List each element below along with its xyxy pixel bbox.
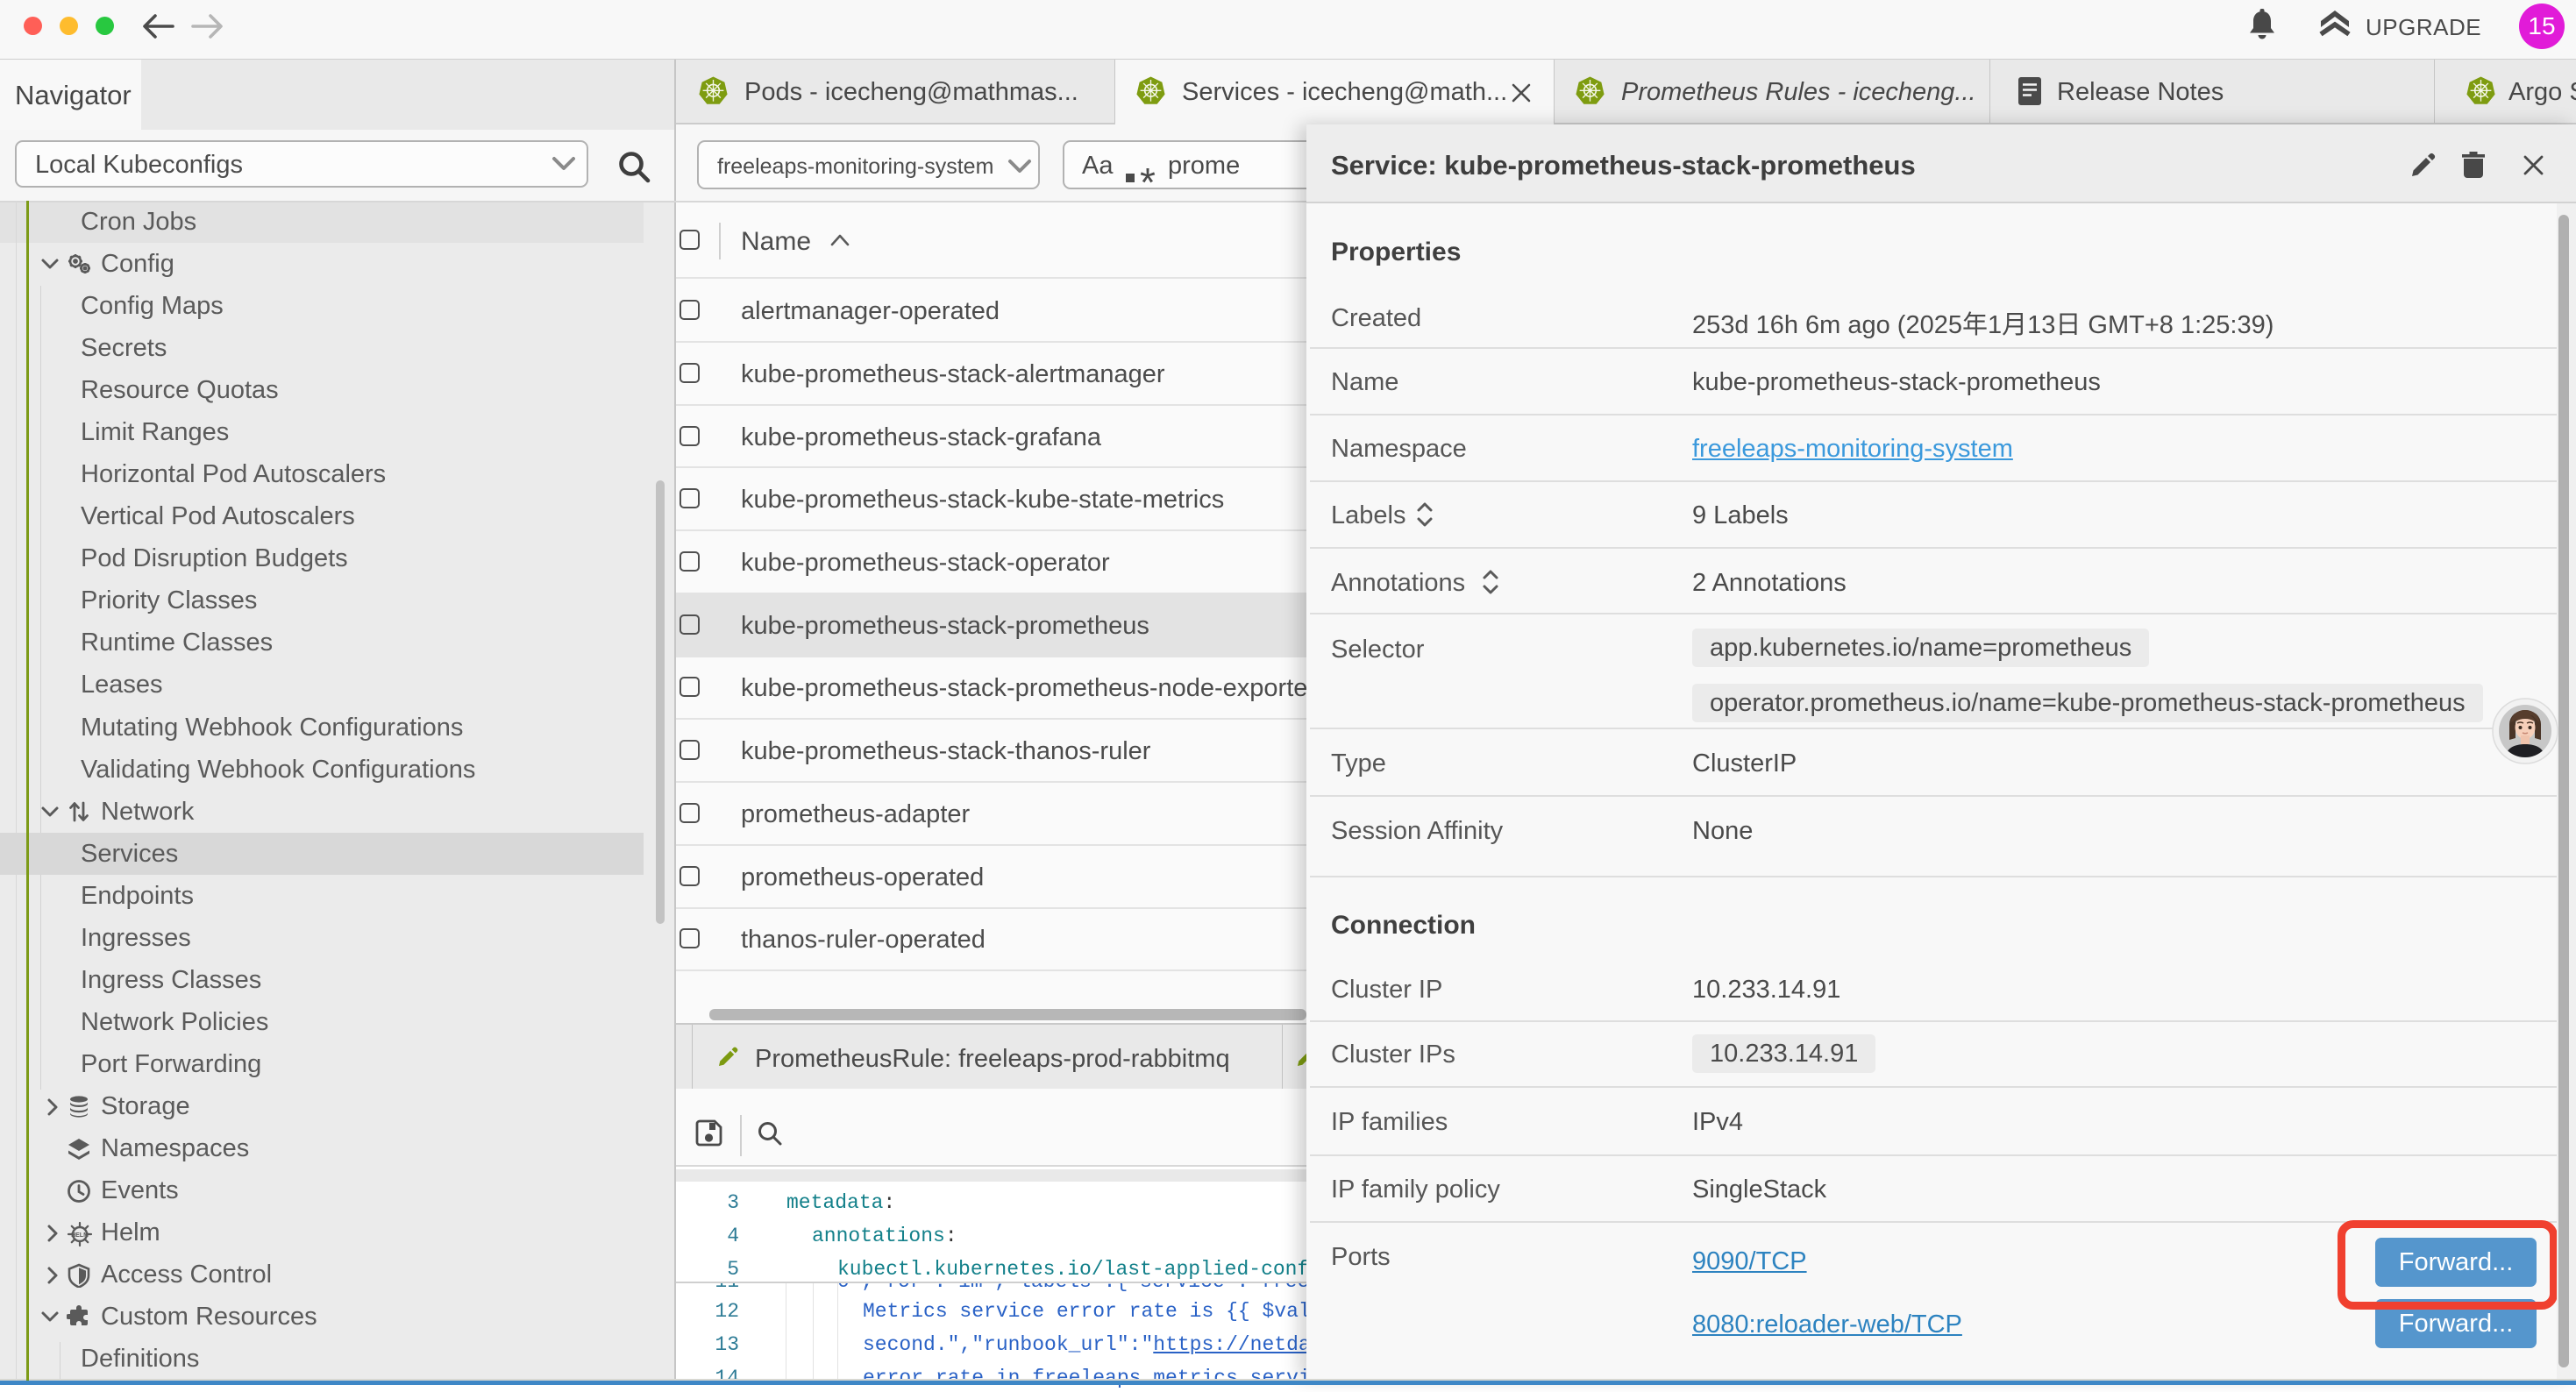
svg-text:HELM: HELM	[71, 1232, 89, 1239]
